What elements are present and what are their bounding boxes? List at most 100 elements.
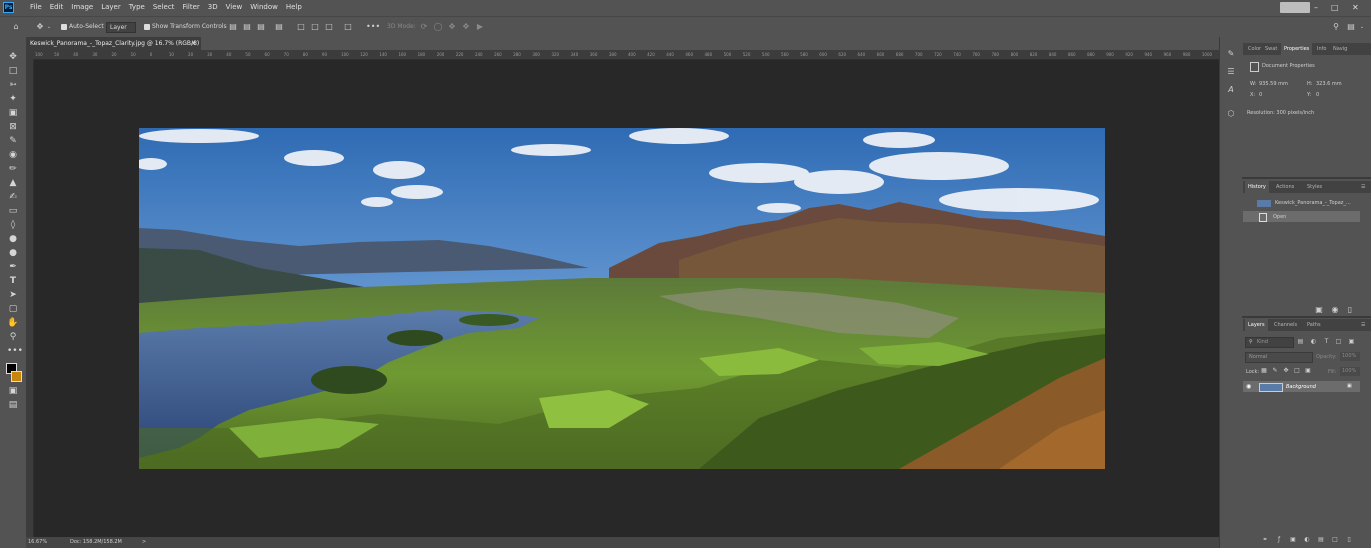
menu-select[interactable]: Select xyxy=(149,0,179,15)
hand-tool-icon[interactable]: ✋ xyxy=(7,317,19,329)
character-panel-icon[interactable]: A xyxy=(1225,85,1237,95)
align-center-h-icon[interactable]: ▤ xyxy=(242,22,252,32)
healing-brush-tool-icon[interactable]: ◉ xyxy=(7,149,19,161)
trash-icon[interactable]: ▯ xyxy=(1345,305,1355,315)
3d-scale-icon[interactable]: ▶ xyxy=(475,22,485,32)
menu-image[interactable]: Image xyxy=(67,0,97,15)
menu-3d[interactable]: 3D xyxy=(204,0,222,15)
link-layers-icon[interactable]: ⚭ xyxy=(1260,535,1270,545)
history-snapshot[interactable]: Keswick_Panorama_-_Topaz_... xyxy=(1245,198,1359,209)
type-tool-icon[interactable]: T xyxy=(7,275,19,287)
menu-window[interactable]: Window xyxy=(246,0,282,15)
height-value[interactable]: 323.6 mm xyxy=(1316,81,1342,87)
marquee-tool-icon[interactable]: □ xyxy=(7,65,19,77)
tab-swatches[interactable]: Swat xyxy=(1265,43,1277,55)
chevron-down-icon[interactable]: ⌄ xyxy=(46,22,52,32)
panel-menu-icon[interactable]: ☰ xyxy=(1361,181,1365,193)
lock-transparent-icon[interactable]: ▦ xyxy=(1260,366,1268,376)
more-tools-icon[interactable]: ••• xyxy=(7,345,23,357)
eyedropper-tool-icon[interactable]: ✎ xyxy=(7,135,19,147)
new-group-icon[interactable]: ▤ xyxy=(1316,535,1326,545)
align-left-icon[interactable]: ▤ xyxy=(228,22,238,32)
add-mask-icon[interactable]: ▣ xyxy=(1288,535,1298,545)
history-brush-tool-icon[interactable]: ✍ xyxy=(7,191,19,203)
lasso-tool-icon[interactable]: ➳ xyxy=(7,79,19,91)
zoom-level[interactable]: 16.67% xyxy=(28,537,47,548)
3d-slide-icon[interactable]: ✥ xyxy=(461,22,471,32)
filter-pixel-icon[interactable]: ▤ xyxy=(1296,337,1305,347)
camera-icon[interactable]: ◉ xyxy=(1330,305,1340,315)
home-icon[interactable]: ⌂ xyxy=(10,22,22,32)
panel-menu-icon[interactable]: ☰ xyxy=(1361,319,1365,331)
eye-visibility-icon[interactable]: ◉ xyxy=(1246,383,1251,390)
tab-history[interactable]: History xyxy=(1245,181,1269,193)
update-badge[interactable] xyxy=(1280,2,1310,13)
move-tool-icon[interactable]: ✥ xyxy=(34,22,46,32)
show-transform-checkbox[interactable]: Show Transform Controls xyxy=(144,17,227,37)
blur-tool-icon[interactable]: ● xyxy=(7,233,19,245)
magic-wand-tool-icon[interactable]: ✦ xyxy=(7,93,19,105)
tab-properties[interactable]: Properties xyxy=(1281,43,1313,55)
layer-row[interactable]: ◉ Background ▣ xyxy=(1243,381,1360,392)
align-bottom-icon[interactable]: □ xyxy=(324,22,334,32)
more-options-icon[interactable]: ••• xyxy=(366,22,380,32)
path-selection-tool-icon[interactable]: ➤ xyxy=(7,289,19,301)
tab-styles[interactable]: Styles xyxy=(1307,181,1322,193)
zoom-tool-icon[interactable]: ⚲ xyxy=(7,331,19,343)
new-layer-icon[interactable]: □ xyxy=(1330,535,1340,545)
lock-all-icon[interactable]: ▣ xyxy=(1304,366,1312,376)
lock-position-icon[interactable]: ✥ xyxy=(1282,366,1290,376)
menu-filter[interactable]: Filter xyxy=(178,0,203,15)
layer-name[interactable]: Background xyxy=(1286,384,1316,390)
align-top-icon[interactable]: □ xyxy=(296,22,306,32)
menu-edit[interactable]: Edit xyxy=(46,0,68,15)
auto-select-checkbox[interactable]: Auto-Select xyxy=(61,17,104,37)
width-value[interactable]: 935.59 mm xyxy=(1259,81,1288,87)
x-value[interactable]: 0 xyxy=(1259,92,1262,98)
menu-layer[interactable]: Layer xyxy=(97,0,125,15)
layer-kind-filter[interactable]: ⚲ Kind xyxy=(1245,337,1294,348)
align-middle-v-icon[interactable]: □ xyxy=(310,22,320,32)
menu-type[interactable]: Type xyxy=(125,0,149,15)
pen-tool-icon[interactable]: ✒ xyxy=(7,261,19,273)
minimize-icon[interactable]: – xyxy=(1314,0,1318,15)
tab-paths[interactable]: Paths xyxy=(1307,319,1321,331)
tab-actions[interactable]: Actions xyxy=(1276,181,1294,193)
quick-mask-icon[interactable]: ▣ xyxy=(7,385,19,397)
menu-file[interactable]: File xyxy=(26,0,46,15)
paint-bucket-tool-icon[interactable]: ◊ xyxy=(7,219,19,231)
close-window-icon[interactable]: ✕ xyxy=(1352,0,1359,15)
filter-adjustment-icon[interactable]: ◐ xyxy=(1309,337,1318,347)
chevron-down-icon[interactable]: ⌄ xyxy=(1358,22,1366,32)
crop-tool-icon[interactable]: ▣ xyxy=(7,107,19,119)
tab-color[interactable]: Color xyxy=(1248,43,1261,55)
status-menu-arrow[interactable]: > xyxy=(142,537,146,548)
distribute-v-icon[interactable]: □ xyxy=(343,22,353,32)
distribute-h-icon[interactable]: ▤ xyxy=(274,22,284,32)
eraser-tool-icon[interactable]: ▭ xyxy=(7,205,19,217)
clone-stamp-tool-icon[interactable]: ▲ xyxy=(7,177,19,189)
panorama-image[interactable] xyxy=(139,128,1105,469)
align-right-icon[interactable]: ▤ xyxy=(256,22,266,32)
screen-mode-icon[interactable]: ▤ xyxy=(7,399,19,411)
lock-image-icon[interactable]: ✎ xyxy=(1271,366,1279,376)
adjustment-layer-icon[interactable]: ◐ xyxy=(1302,535,1312,545)
3d-panel-icon[interactable]: ⬡ xyxy=(1225,109,1237,119)
tab-channels[interactable]: Channels xyxy=(1274,319,1297,331)
trash-icon[interactable]: ▯ xyxy=(1344,535,1354,545)
tab-navigator[interactable]: Navig xyxy=(1333,43,1347,55)
tab-layers[interactable]: Layers xyxy=(1245,319,1268,331)
filter-type-icon[interactable]: T xyxy=(1322,337,1331,347)
new-document-from-state-icon[interactable]: ▣ xyxy=(1314,305,1324,315)
dodge-tool-icon[interactable]: ● xyxy=(7,247,19,259)
workspace-icon[interactable]: ▤ xyxy=(1346,22,1356,32)
move-tool-icon[interactable]: ✥ xyxy=(7,51,19,63)
y-value[interactable]: 0 xyxy=(1316,92,1319,98)
brush-settings-icon[interactable]: ✎ xyxy=(1225,49,1237,59)
search-icon[interactable]: ⚲ xyxy=(1331,22,1341,32)
maximize-icon[interactable]: □ xyxy=(1331,0,1339,15)
history-step[interactable]: Open xyxy=(1243,211,1360,222)
frame-tool-icon[interactable]: ⊠ xyxy=(7,121,19,133)
tab-info[interactable]: Info xyxy=(1317,43,1326,55)
background-color-swatch[interactable] xyxy=(11,371,22,382)
